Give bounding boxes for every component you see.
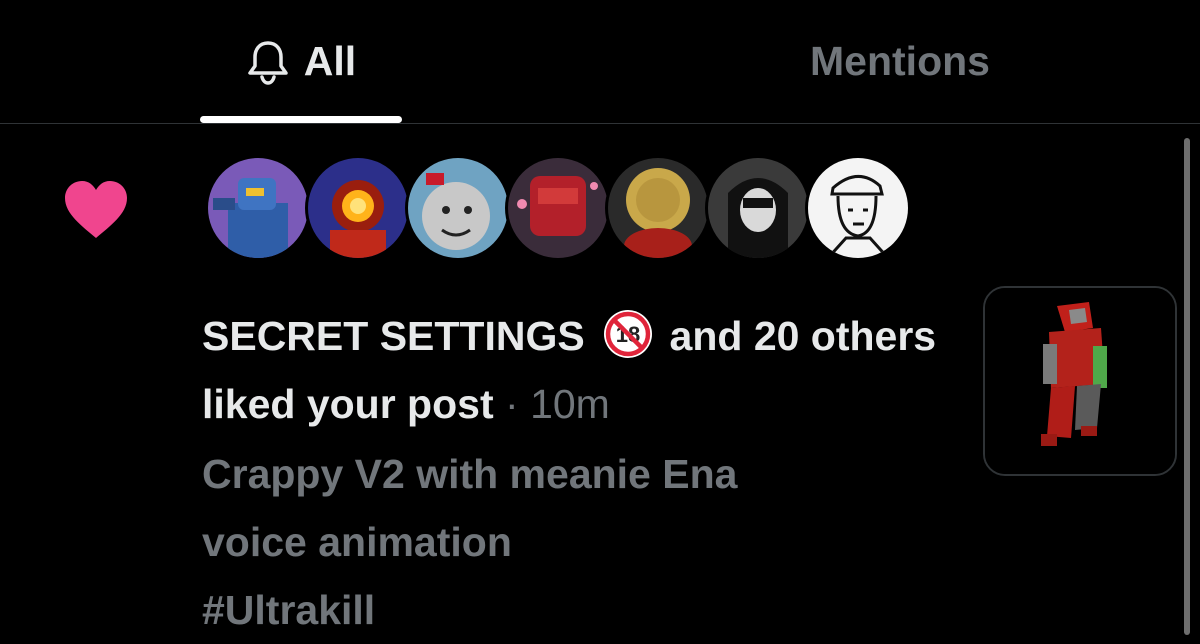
notification-text: SECRET SETTINGS 18 and 20 others liked y…	[202, 302, 942, 438]
avatar-sketch-person[interactable]	[805, 155, 911, 261]
notification-tabs: All Mentions	[0, 0, 1200, 124]
avatar-gold-coin[interactable]	[605, 155, 711, 261]
avatar-red-eye-robot[interactable]	[305, 155, 411, 261]
scrollbar[interactable]	[1184, 138, 1190, 635]
post-hashtag[interactable]: #Ultrakill	[202, 576, 942, 644]
post-title-line2: voice animation	[202, 519, 512, 565]
tab-all-label: All	[303, 38, 357, 84]
post-thumbnail[interactable]	[983, 286, 1177, 476]
time-separator: ·	[505, 381, 519, 427]
no-under-18-icon: 18	[604, 310, 653, 358]
post-title-line1: Crappy V2 with meanie Ena	[202, 451, 738, 497]
avatar-red-robot[interactable]	[505, 155, 611, 261]
active-tab-indicator	[200, 116, 402, 123]
tab-mentions-label: Mentions	[810, 38, 990, 84]
avatar-anime-girl[interactable]	[705, 155, 811, 261]
tab-all[interactable]: All	[200, 0, 402, 123]
avatar-gray-cartoon[interactable]	[405, 155, 511, 261]
heart-icon	[65, 181, 127, 238]
notification-time: 10m	[530, 381, 610, 427]
actor-name[interactable]: SECRET SETTINGS	[202, 313, 585, 359]
post-preview[interactable]: Crappy V2 with meanie Ena voice animatio…	[202, 440, 942, 644]
tab-mentions[interactable]: Mentions	[700, 0, 1100, 123]
bell-icon	[248, 40, 288, 85]
avatar-blue-robot[interactable]	[205, 155, 311, 261]
